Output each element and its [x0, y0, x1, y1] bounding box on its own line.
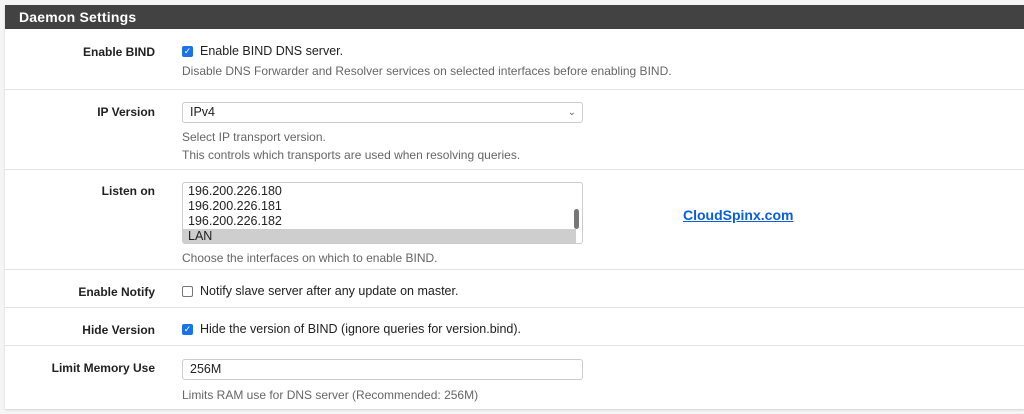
row-ip-version: IP Version IPv4 ⌄ Select IP transport ver… [5, 90, 1024, 170]
listen-on-multiselect[interactable]: 196.200.226.180 196.200.226.181 196.200.… [182, 182, 583, 244]
ip-version-hint-1: Select IP transport version. [182, 130, 326, 144]
listen-scrollbar[interactable] [574, 209, 579, 229]
listen-on-hint: Choose the interfaces on which to enable… [182, 251, 438, 265]
limit-memory-hint: Limits RAM use for DNS server (Recommend… [182, 388, 479, 402]
row-enable-bind: Enable BIND ✓ Enable BIND DNS server. Dis… [5, 29, 1024, 90]
row-hide-version: Hide Version ✓ Hide the version of BIND (… [5, 308, 1024, 346]
limit-memory-input[interactable]: 256M [182, 359, 583, 380]
listen-on-label: Listen on [101, 184, 155, 198]
row-listen-on: Listen on 196.200.226.180 196.200.226.18… [5, 170, 1024, 270]
listen-option[interactable]: 196.200.226.181 [183, 199, 576, 214]
hide-version-checkbox[interactable]: ✓ Hide the version of BIND (ignore querie… [182, 322, 521, 336]
enable-notify-checkbox[interactable]: Notify slave server after any update on … [182, 284, 458, 298]
ip-version-value: IPv4 [190, 105, 216, 119]
row-enable-notify: Enable Notify Notify slave server after … [5, 270, 1024, 308]
hide-version-text: Hide the version of BIND (ignore queries… [200, 322, 521, 336]
enable-bind-text: Enable BIND DNS server. [200, 44, 344, 58]
ip-version-hint-2: This controls which transports are used … [182, 148, 521, 162]
checkbox-checked-icon: ✓ [182, 323, 193, 335]
checkbox-checked-icon: ✓ [182, 45, 193, 57]
cloudspinx-link[interactable]: CloudSpinx.com [683, 207, 793, 223]
panel-title: Daemon Settings [5, 5, 1024, 29]
listen-option-selected[interactable]: LAN [183, 229, 576, 243]
enable-bind-hint: Disable DNS Forwarder and Resolver servi… [182, 64, 672, 78]
enable-notify-label: Enable Notify [78, 285, 155, 299]
checkbox-unchecked-icon [182, 285, 193, 297]
hide-version-label: Hide Version [82, 323, 155, 337]
enable-bind-checkbox[interactable]: ✓ Enable BIND DNS server. [182, 44, 672, 58]
limit-memory-label: Limit Memory Use [51, 361, 155, 375]
enable-notify-text: Notify slave server after any update on … [200, 284, 459, 298]
ip-version-select[interactable]: IPv4 ⌄ [182, 102, 583, 123]
ip-version-label: IP Version [97, 105, 155, 119]
chevron-down-icon: ⌄ [567, 107, 576, 118]
listen-option[interactable]: 196.200.226.180 [183, 184, 576, 199]
daemon-settings-panel: Daemon Settings Enable BIND ✓ Enable BIND… [5, 5, 1024, 409]
listen-option[interactable]: 196.200.226.182 [183, 214, 576, 229]
enable-bind-label: Enable BIND [82, 45, 155, 59]
row-limit-memory: Limit Memory Use 256M Limits RAM use for… [5, 346, 1024, 408]
